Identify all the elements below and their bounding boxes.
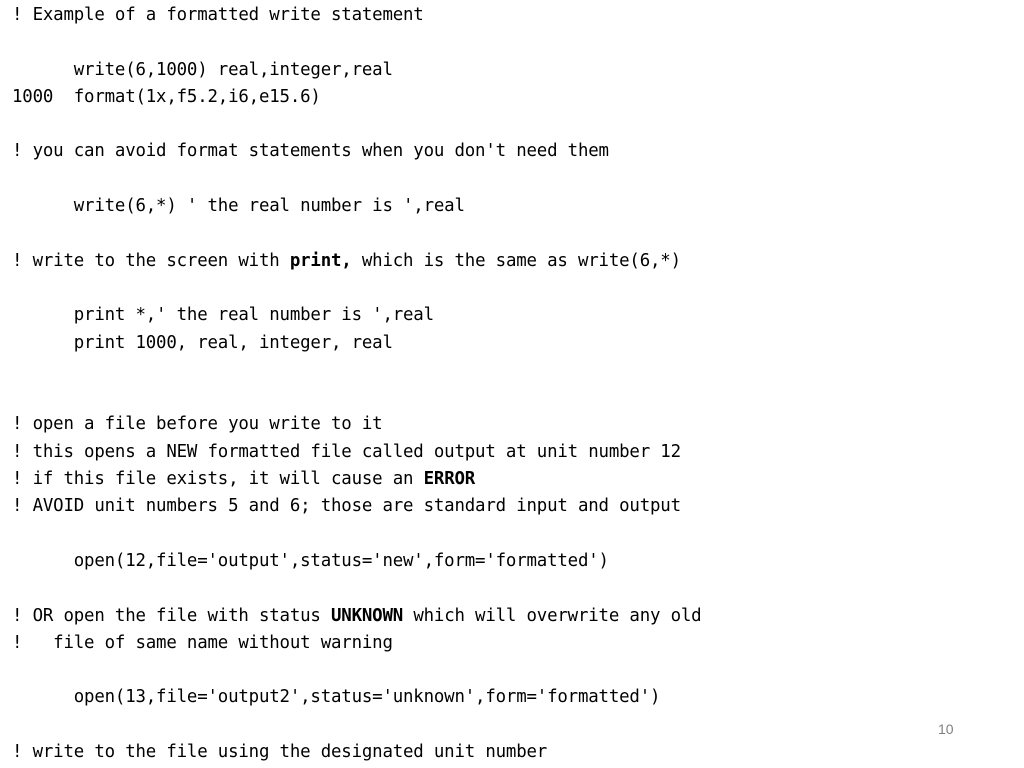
code-line: ! AVOID unit numbers 5 and 6; those are … <box>12 493 1012 520</box>
code-text: ! this opens a NEW formatted file called… <box>12 441 681 462</box>
code-line: write(6,*) ' the real number is ',real <box>12 193 1012 220</box>
code-text: which is the same as write(6,*) <box>351 250 681 271</box>
code-line: print 1000, real, integer, real <box>12 330 1012 357</box>
code-text: open(13,file='output2',status='unknown',… <box>12 687 661 708</box>
code-emphasis: ERROR <box>423 469 476 490</box>
code-text: ! open a file before you write to it <box>12 414 383 435</box>
code-text: ! you can avoid format statements when y… <box>12 141 609 162</box>
code-text: ! OR open the file with status <box>12 605 331 626</box>
code-text: write(6,1000) real,integer,real <box>12 59 393 80</box>
code-line: open(13,file='output2',status='unknown',… <box>12 684 1012 711</box>
code-line: ! open a file before you write to it <box>12 411 1012 438</box>
code-text: which will overwrite any old <box>403 605 702 626</box>
page-number: 10 <box>938 721 954 737</box>
code-text: ! Example of a formatted write statement <box>12 5 424 25</box>
code-line: 1000 format(1x,f5.2,i6,e15.6) <box>12 84 1012 111</box>
code-text: 1000 format(1x,f5.2,i6,e15.6) <box>12 86 321 107</box>
fortran-code-listing: ! Example of a formatted write statement… <box>12 2 1012 768</box>
code-text: print 1000, real, integer, real <box>12 332 393 353</box>
code-line: ! OR open the file with status UNKNOWN w… <box>12 603 1012 630</box>
code-line: ! this opens a NEW formatted file called… <box>12 439 1012 466</box>
code-line: ! write to the file using the designated… <box>12 739 1012 766</box>
code-text: ! if this file exists, it will cause an <box>12 469 424 490</box>
code-text: ! write to the screen with <box>12 250 290 271</box>
code-text: print *,' the real number is ',real <box>12 305 434 326</box>
code-line: ! if this file exists, it will cause an … <box>12 466 1012 493</box>
code-line: ! file of same name without warning <box>12 630 1012 657</box>
code-line: print *,' the real number is ',real <box>12 302 1012 329</box>
code-text: open(12,file='output',status='new',form=… <box>12 550 609 571</box>
code-emphasis: UNKNOWN <box>331 605 404 626</box>
code-text: write(6,*) ' the real number is ',real <box>12 196 465 217</box>
code-line: open(12,file='output',status='new',form=… <box>12 548 1012 575</box>
slide-canvas: ! Example of a formatted write statement… <box>0 0 1024 768</box>
code-line: ! you can avoid format statements when y… <box>12 138 1012 165</box>
code-line: write(6,1000) real,integer,real <box>12 57 1012 84</box>
code-text: ! write to the file using the designated… <box>12 742 548 763</box>
code-line: ! write to the screen with print, which … <box>12 248 1012 275</box>
code-text: ! file of same name without warning <box>12 632 393 653</box>
code-emphasis: print, <box>289 250 352 271</box>
code-text: ! AVOID unit numbers 5 and 6; those are … <box>12 496 681 517</box>
code-line: ! Example of a formatted write statement <box>12 2 1012 29</box>
